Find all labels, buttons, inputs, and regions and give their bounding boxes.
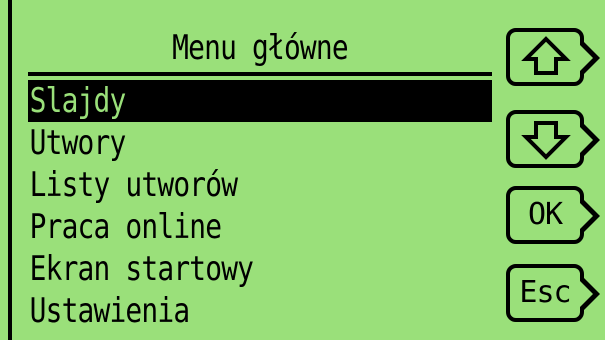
menu-item-label: Listy utworów <box>29 165 238 205</box>
title-divider <box>28 72 492 76</box>
menu-item-utwory[interactable]: Utwory <box>28 122 492 164</box>
menu-item-label: Slajdy <box>29 81 127 121</box>
menu-item-listy-utworow[interactable]: Listy utworów <box>28 164 492 206</box>
page-title: Menu główne <box>172 28 348 68</box>
menu-item-ekran-startowy[interactable]: Ekran startowy <box>28 248 492 290</box>
arrow-down-icon <box>521 121 571 160</box>
lcd-screen: Menu główne Slajdy Utwory Listy utworów … <box>0 0 605 340</box>
ok-button[interactable]: OK <box>506 186 600 244</box>
main-menu-list: Slajdy Utwory Listy utworów Praca online… <box>28 80 492 332</box>
up-button[interactable] <box>506 28 600 86</box>
menu-item-praca-online[interactable]: Praca online <box>28 206 492 248</box>
menu-item-slajdy[interactable]: Slajdy <box>28 80 492 122</box>
esc-button-label: Esc <box>519 275 571 310</box>
down-button[interactable] <box>506 110 600 168</box>
left-border <box>8 0 12 340</box>
esc-button[interactable]: Esc <box>506 264 600 322</box>
menu-item-label: Utwory <box>29 123 127 163</box>
menu-item-label: Praca online <box>29 207 222 247</box>
ok-button-label: OK <box>527 197 563 232</box>
arrow-up-icon <box>521 36 571 75</box>
menu-item-label: Ustawienia <box>29 291 190 331</box>
menu-item-ustawienia[interactable]: Ustawienia <box>28 290 492 332</box>
menu-item-label: Ekran startowy <box>29 249 254 289</box>
